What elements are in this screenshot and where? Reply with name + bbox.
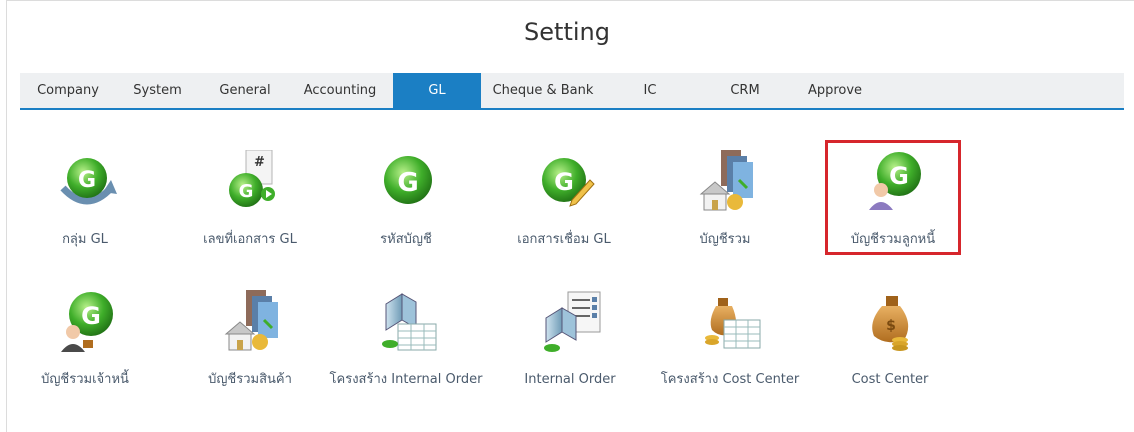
menu-item-label: Internal Order	[524, 372, 616, 387]
menu-item-internal-order[interactable]: Internal Order	[490, 290, 650, 410]
tab-gl[interactable]: GL	[393, 73, 481, 108]
tab-company[interactable]: Company	[28, 73, 108, 108]
menu-item-label: บัญชีรวมสินค้า	[208, 372, 292, 387]
svg-text:G: G	[78, 168, 96, 193]
gl-pencil-icon: G	[542, 158, 595, 207]
menu-item-cost-center-structure[interactable]: โครงสร้าง Cost Center	[650, 290, 810, 410]
svg-text:$: $	[886, 318, 896, 334]
menu-item-consolidated-payable[interactable]: G บัญชีรวมเจ้าหนี้	[5, 290, 165, 410]
menu-item-cost-center[interactable]: $ Cost Center	[810, 290, 970, 410]
menu-item-label: บัญชีรวมเจ้าหนี้	[41, 372, 129, 387]
svg-text:G: G	[554, 168, 574, 196]
tab-approve[interactable]: Approve	[795, 73, 875, 108]
menu-item-label: โครงสร้าง Internal Order	[329, 372, 483, 387]
menu-item-label: Cost Center	[851, 372, 929, 387]
svg-text:G: G	[889, 162, 909, 190]
gl-customer-icon: G	[869, 152, 921, 210]
tab-cheque-bank[interactable]: Cheque & Bank	[488, 73, 598, 108]
menu-item-gl-document-number[interactable]: # G เลขที่เอกสาร GL	[170, 150, 330, 250]
gl-refresh-icon: G	[60, 158, 117, 205]
menu-item-label: เอกสารเชื่อม GL	[517, 232, 611, 247]
building-list-icon	[544, 291, 601, 352]
house-ledger-icon	[699, 150, 753, 211]
menu-item-account-code[interactable]: G รหัสบัญชี	[326, 150, 486, 250]
menu-item-gl-link-document[interactable]: G เอกสารเชื่อม GL	[484, 150, 644, 250]
menu-item-consolidated-account[interactable]: บัญชีรวม	[645, 150, 805, 250]
money-bag-grid-icon	[705, 298, 761, 349]
svg-text:G: G	[239, 181, 254, 202]
tab-crm[interactable]: CRM	[715, 73, 775, 108]
building-grid-icon	[382, 293, 437, 351]
menu-item-label: กลุ่ม GL	[62, 232, 108, 247]
menu-item-label: บัญชีรวมลูกหนี้	[850, 232, 936, 247]
menu-item-gl-group[interactable]: G กลุ่ม GL	[5, 150, 165, 250]
tab-system[interactable]: System	[120, 73, 195, 108]
tab-accounting[interactable]: Accounting	[295, 73, 385, 108]
svg-text:G: G	[81, 302, 101, 330]
tab-bar: Company System General Accounting GL Che…	[20, 73, 1124, 110]
gl-icon: G	[384, 156, 432, 204]
svg-text:#: #	[254, 155, 265, 170]
tab-ic[interactable]: IC	[625, 73, 675, 108]
menu-item-label: โครงสร้าง Cost Center	[660, 372, 800, 387]
menu-item-label: บัญชีรวม	[699, 232, 751, 247]
gl-vendor-icon: G	[61, 292, 113, 352]
house-books-icon	[224, 290, 278, 351]
page-title: Setting	[524, 18, 610, 46]
menu-item-consolidated-inventory[interactable]: บัญชีรวมสินค้า	[170, 290, 330, 410]
gl-document-number-icon: # G	[229, 150, 275, 207]
money-bag-icon: $	[872, 296, 909, 351]
svg-text:G: G	[397, 168, 418, 198]
menu-item-label: เลขที่เอกสาร GL	[203, 232, 297, 247]
tab-general[interactable]: General	[205, 73, 285, 108]
menu-item-label: รหัสบัญชี	[380, 232, 432, 247]
menu-item-internal-order-structure[interactable]: โครงสร้าง Internal Order	[326, 290, 486, 410]
menu-item-consolidated-receivable[interactable]: G บัญชีรวมลูกหนี้	[813, 150, 973, 250]
